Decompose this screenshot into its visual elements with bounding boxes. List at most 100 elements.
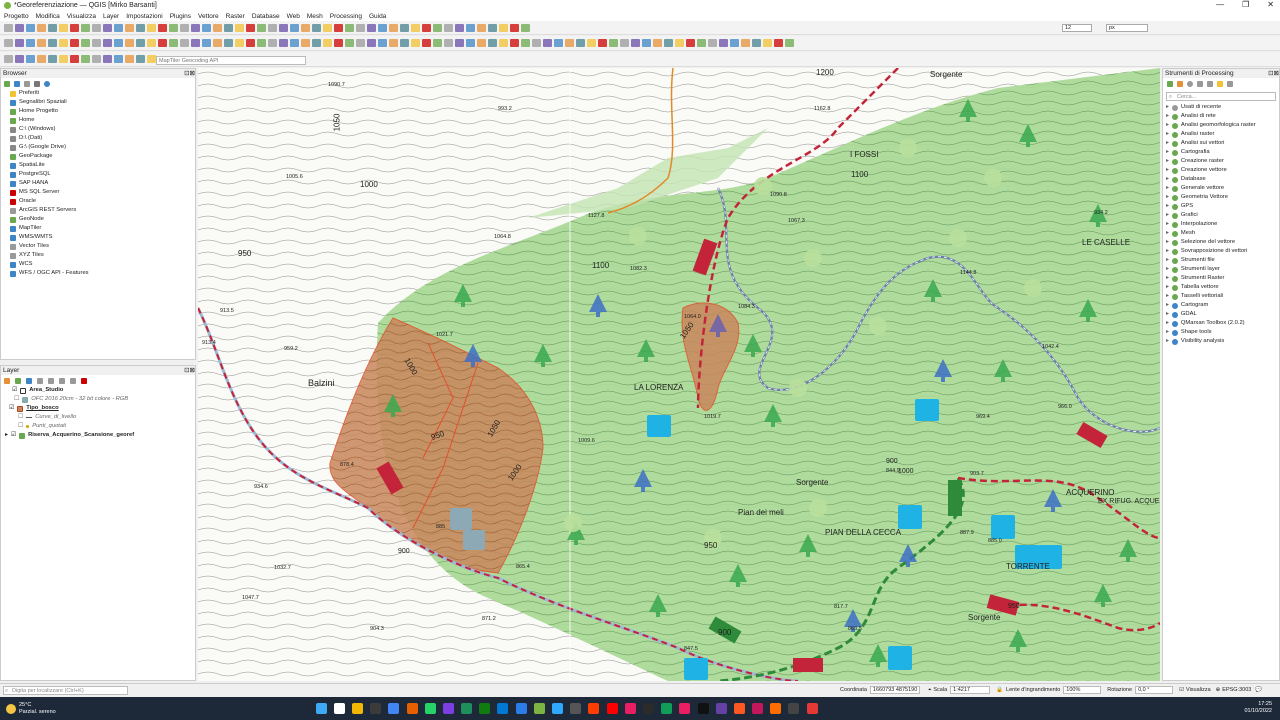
layer-row[interactable]: ☐ Curve_di_livello — [5, 413, 195, 422]
toolbar-tool-icon[interactable] — [389, 39, 398, 47]
unit-select[interactable]: px — [1106, 23, 1148, 32]
toolbar-tool-icon[interactable] — [103, 39, 112, 47]
toolbar-tool-icon[interactable] — [147, 39, 156, 47]
toolbar-tool-icon[interactable] — [191, 23, 200, 32]
toolbar-tool-icon[interactable] — [433, 23, 442, 32]
edge-taskbar-icon[interactable] — [497, 703, 509, 714]
toolbar-tool-icon[interactable] — [268, 23, 277, 32]
toolbar-tool-icon[interactable] — [554, 39, 563, 47]
toolbar-tool-icon[interactable] — [653, 39, 662, 47]
expand-arrow-icon[interactable]: ▸ — [1166, 184, 1169, 193]
expand-arrow-icon[interactable]: ▸ — [1166, 274, 1169, 283]
processing-group[interactable]: ▸ Strumenti file — [1166, 256, 1279, 265]
expand-arrow-icon[interactable]: ▸ — [1166, 265, 1169, 274]
menu-vettore[interactable]: Vettore — [198, 13, 219, 20]
add-group-icon[interactable] — [15, 377, 21, 384]
locator-input[interactable]: ⌕ Digita per localizzare (Ctrl+K) — [3, 685, 128, 695]
processing-group[interactable]: ▸ Visibility analysis — [1166, 337, 1279, 346]
browser-item[interactable]: WFS / OGC API - Features — [10, 269, 195, 278]
toolbar-tool-icon[interactable] — [26, 23, 35, 32]
toolbar-tool-icon[interactable] — [301, 23, 310, 32]
style-icon[interactable] — [4, 377, 10, 384]
minimize-button[interactable]: — — [1216, 0, 1224, 9]
toolbar-tool-icon[interactable] — [400, 39, 409, 47]
browser-item[interactable]: Oracle — [10, 197, 195, 206]
browser-item[interactable]: ArcGIS REST Servers — [10, 206, 195, 215]
expand-arrow-icon[interactable]: ▸ — [1166, 112, 1169, 121]
menu-visualizza[interactable]: Visualizza — [67, 13, 96, 20]
processing-group[interactable]: ▸ Tasselli vettoriali — [1166, 292, 1279, 301]
magnifier-spinbox[interactable]: 100% — [1063, 686, 1102, 694]
toolbar-tool-icon[interactable] — [356, 39, 365, 47]
processing-group[interactable]: ▸ Strumenti layer — [1166, 265, 1279, 274]
toolbar-tool-icon[interactable] — [103, 55, 112, 63]
search-taskbar-icon[interactable] — [333, 703, 345, 714]
toolbar-tool-icon[interactable] — [136, 39, 145, 47]
layer-row[interactable]: ☐ OFC 2016 20cm - 32 bit colore - RGB — [5, 395, 195, 404]
app-taskbar-icon[interactable] — [770, 703, 782, 714]
toolbar-tool-icon[interactable] — [422, 23, 431, 32]
app-taskbar-icon[interactable] — [642, 703, 654, 714]
processing-group[interactable]: ▸ Creazione raster — [1166, 157, 1279, 166]
app-taskbar-icon[interactable] — [697, 703, 709, 714]
menu-web[interactable]: Web — [287, 13, 300, 20]
options-icon[interactable] — [1217, 81, 1223, 87]
fish-icon[interactable] — [463, 530, 485, 550]
toolbar-tool-icon[interactable] — [70, 55, 79, 63]
toolbar-tool-icon[interactable] — [81, 23, 90, 32]
toolbar-tool-icon[interactable] — [235, 23, 244, 32]
toolbar-tool-icon[interactable] — [521, 23, 530, 32]
toolbar-tool-icon[interactable] — [543, 39, 552, 47]
browser-item[interactable]: Vector Tiles — [10, 242, 195, 251]
files-taskbar-icon[interactable] — [351, 703, 363, 714]
processing-group[interactable]: ▸ Usati di recente — [1166, 103, 1279, 112]
expand-arrow-icon[interactable]: ▸ — [1166, 139, 1169, 148]
messages-icon[interactable]: 💬 — [1255, 687, 1262, 693]
toolbar-tool-icon[interactable] — [81, 55, 90, 63]
toolbar-tool-icon[interactable] — [103, 23, 112, 32]
toolbar-tool-icon[interactable] — [785, 39, 794, 47]
menu-guida[interactable]: Guida — [369, 13, 386, 20]
toolbar-tool-icon[interactable] — [114, 23, 123, 32]
expand-arrow-icon[interactable]: ▸ — [1166, 157, 1169, 166]
toolbar-tool-icon[interactable] — [37, 39, 46, 47]
toolbar-tool-icon[interactable] — [59, 23, 68, 32]
toolbar-tool-icon[interactable] — [15, 55, 24, 63]
toolbar-tool-icon[interactable] — [92, 55, 101, 63]
picnic-icon[interactable] — [450, 508, 472, 530]
close-button[interactable]: ✕ — [1267, 0, 1274, 9]
toolbar-tool-icon[interactable] — [191, 39, 200, 47]
toolbar-tool-icon[interactable] — [180, 39, 189, 47]
layer-row[interactable]: ☑ Area_Studio — [5, 386, 195, 395]
toolbar-tool-icon[interactable] — [334, 39, 343, 47]
toolbar-tool-icon[interactable] — [268, 39, 277, 47]
toolbar-tool-icon[interactable] — [488, 23, 497, 32]
toolbar-tool-icon[interactable] — [213, 39, 222, 47]
toolbar-tool-icon[interactable] — [26, 55, 35, 63]
toolbar-tool-icon[interactable] — [4, 39, 13, 47]
expand-arrow-icon[interactable]: ▸ — [1166, 238, 1169, 247]
toolbar-tool-icon[interactable] — [378, 39, 387, 47]
toolbar-tool-icon[interactable] — [169, 23, 178, 32]
toolbar-tool-icon[interactable] — [323, 39, 332, 47]
menu-processing[interactable]: Processing — [330, 13, 362, 20]
lock-icon[interactable]: 🔒 — [996, 687, 1003, 693]
toolbar-tool-icon[interactable] — [125, 23, 134, 32]
excel-like-taskbar-icon[interactable] — [461, 703, 473, 714]
layer-checkbox[interactable]: ☑ — [12, 386, 17, 395]
add-layer-icon[interactable] — [4, 80, 10, 87]
toolbar-tool-icon[interactable] — [180, 23, 189, 32]
toolbar-tool-icon[interactable] — [114, 55, 123, 63]
chrome-taskbar-icon[interactable] — [388, 703, 400, 714]
panel-close-icon[interactable]: ⊡⊠ — [184, 69, 195, 78]
toolbar-tool-icon[interactable] — [48, 55, 57, 63]
panel-close-icon[interactable]: ⊡⊠ — [1268, 69, 1279, 78]
browser-item[interactable]: Segnalibri Spaziali — [10, 98, 195, 107]
layer-row[interactable]: ☑ Tipo_bosco — [5, 404, 195, 413]
toolbar-tool-icon[interactable] — [312, 23, 321, 32]
coordinate-field[interactable]: 1660793 4875190 — [869, 686, 921, 694]
toolbar-tool-icon[interactable] — [59, 39, 68, 47]
toolbar-tool-icon[interactable] — [125, 55, 134, 63]
panel-close-icon[interactable]: ⊡⊠ — [184, 366, 195, 375]
toolbar-tool-icon[interactable] — [37, 55, 46, 63]
